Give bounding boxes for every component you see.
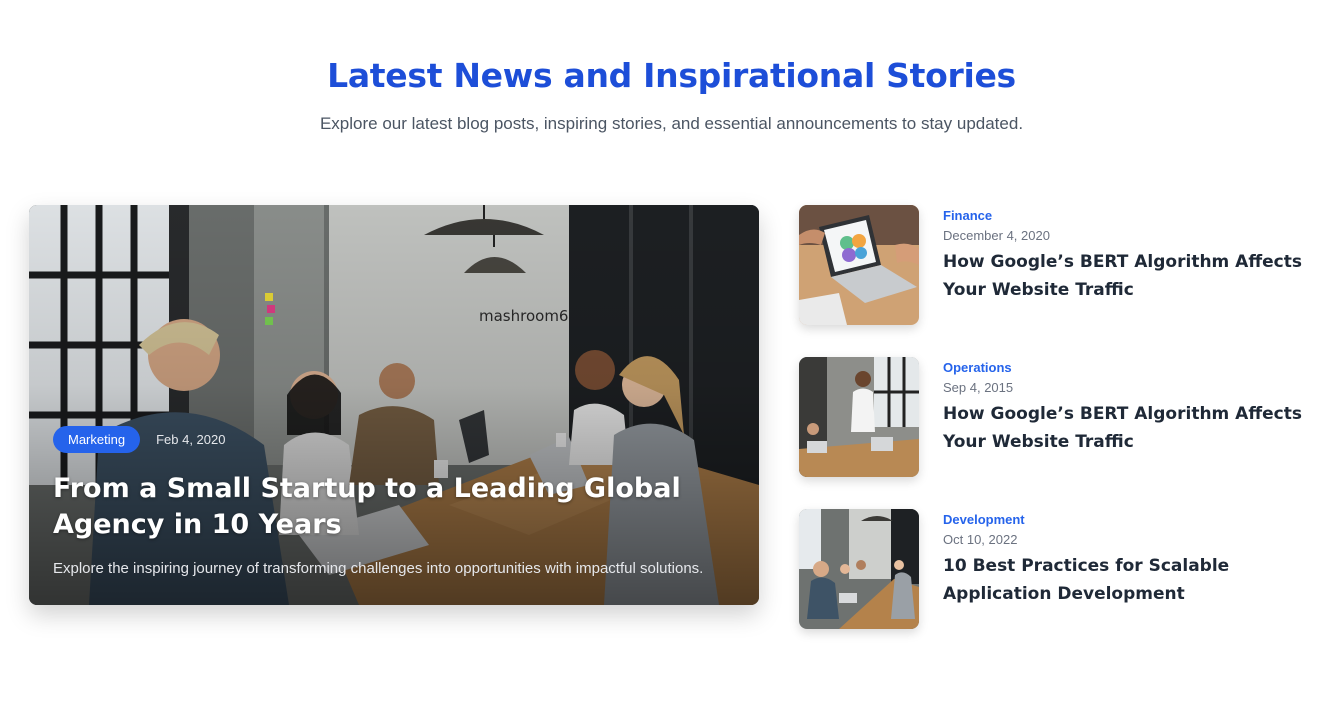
laptop-photo xyxy=(799,205,919,325)
featured-post-title[interactable]: From a Small Startup to a Leading Global… xyxy=(53,471,753,543)
post-date: December 4, 2020 xyxy=(943,228,1050,243)
post-item-operations[interactable]: Operations Sep 4, 2015 How Google’s BERT… xyxy=(799,357,1319,477)
section-header: Latest News and Inspirational Stories Ex… xyxy=(0,56,1343,134)
featured-post-meta: Marketing Feb 4, 2020 xyxy=(53,426,225,453)
post-thumbnail[interactable] xyxy=(799,357,919,477)
team-table-photo xyxy=(799,509,919,629)
page-title: Latest News and Inspirational Stories xyxy=(327,56,1016,95)
post-thumbnail[interactable] xyxy=(799,509,919,629)
post-item-finance[interactable]: Finance December 4, 2020 How Google’s BE… xyxy=(799,205,1319,325)
meeting-photo xyxy=(799,357,919,477)
post-category[interactable]: Operations xyxy=(943,360,1319,375)
post-date: Feb 4, 2020 xyxy=(156,432,226,447)
post-title[interactable]: How Google’s BERT Algorithm Affects Your… xyxy=(943,400,1319,456)
page-subtitle: Explore our latest blog posts, inspiring… xyxy=(319,114,1024,133)
post-title[interactable]: 10 Best Practices for Scalable Applicati… xyxy=(943,552,1319,608)
post-date: Oct 10, 2022 xyxy=(943,532,1018,547)
featured-post-card[interactable]: mashroom6 Marketing Feb 4, 2020 F xyxy=(29,205,759,605)
post-date: Sep 4, 2015 xyxy=(943,380,1014,395)
featured-post-excerpt: Explore the inspiring journey of transfo… xyxy=(53,560,704,577)
post-category[interactable]: Finance xyxy=(943,208,1319,223)
post-thumbnail[interactable] xyxy=(799,205,919,325)
post-item-development[interactable]: Development Oct 10, 2022 10 Best Practic… xyxy=(799,509,1319,629)
category-badge[interactable]: Marketing xyxy=(53,426,141,453)
post-title[interactable]: How Google’s BERT Algorithm Affects Your… xyxy=(943,248,1319,304)
post-category[interactable]: Development xyxy=(943,512,1319,527)
